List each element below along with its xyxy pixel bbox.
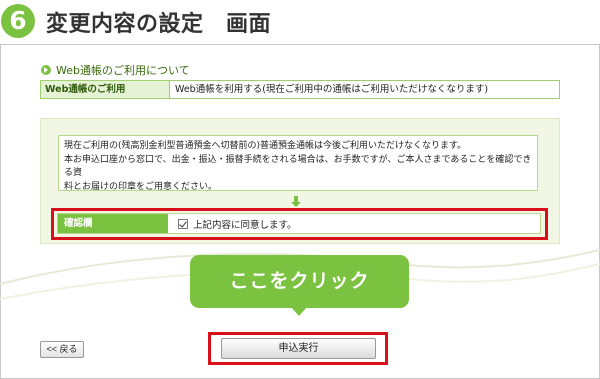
notice-line: 料とお届けの印章をご用意ください。 [64, 181, 218, 192]
section-heading-label: Web通帳のご利用について [56, 64, 190, 77]
callout-pointer [290, 306, 308, 316]
section-heading: Web通帳のご利用について [41, 62, 190, 78]
agree-checkbox-group[interactable]: 上記内容に同意します。 [168, 214, 540, 233]
step-number-badge: 6 [1, 4, 35, 38]
web-passbook-info-table: Web通帳のご利用 Web通帳を利用する(現在ご利用中の通帳はご利用いただけなく… [40, 80, 560, 99]
notice-line: 現在ご利用の(残高別金利型普通預金へ切替前の)普通預金通帳は今後ご利用いただけな… [64, 141, 467, 151]
confirm-row: 確認欄 上記内容に同意します。 [57, 213, 541, 234]
page-header: 6 変更内容の設定 画面 [0, 0, 600, 42]
agree-checkbox[interactable] [178, 218, 188, 229]
info-table-value: Web通帳を利用する(現在ご利用中の通帳はご利用いただけなくなります) [175, 84, 489, 95]
click-here-callout: ここをクリック [190, 255, 409, 308]
info-table-label: Web通帳のご利用 [41, 81, 170, 98]
back-button[interactable]: << 戻る [40, 341, 84, 358]
confirm-label: 確認欄 [58, 214, 168, 233]
submit-application-button[interactable]: 申込実行 [221, 338, 376, 359]
page-title: 変更内容の設定 画面 [46, 12, 272, 37]
notice-line: 本お申込口座から窓口で、出金・振込・振替手続をされる場合は、お手数ですが、ご本人… [64, 154, 532, 179]
arrow-bullet-icon [41, 65, 51, 75]
down-arrow-icon [291, 196, 301, 207]
notice-box: 現在ご利用の(残高別金利型普通預金へ切替前の)普通預金通帳は今後ご利用いただけな… [58, 135, 538, 192]
agree-checkbox-label[interactable]: 上記内容に同意します。 [193, 217, 297, 231]
